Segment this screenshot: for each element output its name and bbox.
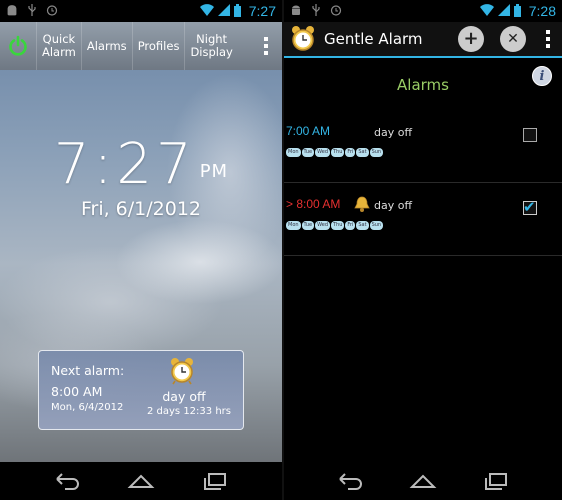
android-icon bbox=[6, 4, 18, 18]
alarm-clock-icon bbox=[330, 4, 342, 18]
navigation-bar bbox=[0, 462, 282, 500]
wifi-icon bbox=[479, 4, 494, 18]
alarm-days: Mon Tue Wed Thu Fri Sat Sun bbox=[286, 148, 384, 157]
next-alarm-time: 8:00 AM bbox=[51, 384, 103, 399]
navigation-bar bbox=[284, 462, 562, 500]
home-icon bbox=[409, 474, 437, 488]
alarms-section-title: Alarms bbox=[397, 76, 449, 94]
checkmark-icon: ✔ bbox=[523, 198, 536, 216]
next-alarm-card[interactable]: Next alarm: 8:00 AM Mon, 6/4/2012 day of… bbox=[38, 350, 244, 430]
day-chip: Sun bbox=[369, 221, 384, 230]
day-chip: Sat bbox=[356, 221, 369, 230]
alarm-enabled-checkbox[interactable]: ✔ bbox=[523, 198, 537, 216]
signal-icon bbox=[497, 4, 510, 18]
day-chip: Thu bbox=[331, 148, 345, 157]
back-arrow-icon bbox=[339, 473, 363, 490]
home-screen: 7:27 Quick Alarm Alarms Profiles Night Dis… bbox=[0, 0, 282, 500]
alarm-label: day off bbox=[374, 126, 413, 139]
home-button[interactable] bbox=[406, 469, 440, 493]
clock-time: 7:27 bbox=[53, 132, 196, 197]
overflow-menu-icon[interactable] bbox=[542, 30, 554, 48]
day-chip: Sat bbox=[356, 148, 369, 157]
home-icon bbox=[127, 474, 155, 488]
add-alarm-button[interactable]: + bbox=[458, 26, 484, 52]
alarms-button[interactable]: Alarms bbox=[80, 22, 132, 70]
recent-apps-button[interactable] bbox=[198, 469, 232, 493]
alarm-enabled-checkbox[interactable] bbox=[523, 128, 537, 142]
next-alarm-label: day off bbox=[162, 389, 206, 404]
next-alarm-title: Next alarm: bbox=[51, 363, 125, 378]
usb-icon bbox=[27, 4, 37, 18]
alarm-days: Mon Tue Wed Thu Fri Sat Sun bbox=[286, 221, 384, 230]
next-alarm-remaining: 2 days 12:33 hrs bbox=[147, 406, 231, 417]
alarm-clock-icon bbox=[46, 4, 58, 18]
recent-apps-button[interactable] bbox=[479, 469, 513, 493]
alarm-time: > 8:00 AM bbox=[286, 197, 341, 211]
clock-display: 7:27 PM bbox=[0, 132, 282, 197]
recent-apps-icon bbox=[484, 473, 507, 490]
bell-icon bbox=[354, 196, 370, 212]
wifi-icon bbox=[199, 4, 214, 18]
action-bar: Quick Alarm Alarms Profiles Night Display bbox=[0, 22, 282, 70]
status-bar: 7:27 bbox=[0, 0, 282, 22]
status-clock: 7:28 bbox=[528, 3, 556, 19]
day-chip: Thu bbox=[331, 221, 345, 230]
battery-icon bbox=[513, 3, 521, 19]
info-icon[interactable]: i bbox=[532, 66, 552, 86]
day-chip: Tue bbox=[301, 221, 315, 230]
home-button[interactable] bbox=[124, 469, 158, 493]
status-bar: 7:28 bbox=[284, 0, 562, 22]
status-clock: 7:27 bbox=[248, 3, 276, 19]
back-button[interactable] bbox=[50, 469, 84, 493]
app-title: Gentle Alarm bbox=[324, 30, 423, 48]
android-icon bbox=[290, 4, 302, 18]
power-toggle-button[interactable] bbox=[0, 22, 36, 70]
battery-icon bbox=[233, 3, 241, 19]
alarm-row[interactable]: > 8:00 AM day off Mon Tue Wed Thu Fri Sat Sun ✔ bbox=[284, 183, 562, 256]
alarms-screen: 7:28 Gentle Alarm + ✕ Alarms i 7:00 AM da… bbox=[284, 0, 562, 500]
night-display-button[interactable]: Night Display bbox=[184, 22, 237, 70]
clock-ampm: PM bbox=[199, 161, 229, 182]
alarm-row[interactable]: 7:00 AM day off Mon Tue Wed Thu Fri Sat Sun bbox=[284, 110, 562, 183]
usb-icon bbox=[311, 4, 321, 18]
next-alarm-date: Mon, 6/4/2012 bbox=[51, 402, 124, 413]
day-chip: Mon bbox=[286, 148, 301, 157]
gentle-alarm-app-icon bbox=[292, 26, 314, 51]
signal-icon bbox=[217, 4, 230, 18]
close-icon: ✕ bbox=[507, 31, 519, 47]
day-chip: Mon bbox=[286, 221, 301, 230]
recent-apps-icon bbox=[204, 473, 226, 490]
day-chip: Sun bbox=[369, 148, 384, 157]
day-chip: Wed bbox=[315, 221, 330, 230]
alarm-label: day off bbox=[374, 199, 413, 212]
day-chip: Wed bbox=[315, 148, 330, 157]
day-chip: Fri bbox=[345, 148, 356, 157]
day-chip: Tue bbox=[301, 148, 315, 157]
day-chip: Fri bbox=[345, 221, 356, 230]
clock-date: Fri, 6/1/2012 bbox=[80, 198, 202, 220]
plus-icon: + bbox=[463, 28, 479, 49]
alarm-time: 7:00 AM bbox=[286, 124, 331, 138]
action-bar: Gentle Alarm + ✕ bbox=[284, 22, 562, 58]
power-icon bbox=[9, 35, 27, 56]
back-arrow-icon bbox=[56, 473, 79, 490]
delete-alarm-button[interactable]: ✕ bbox=[500, 26, 526, 52]
overflow-menu-icon[interactable] bbox=[256, 37, 276, 55]
quick-alarm-button[interactable]: Quick Alarm bbox=[36, 22, 81, 70]
back-button[interactable] bbox=[333, 469, 367, 493]
profiles-button[interactable]: Profiles bbox=[131, 22, 185, 70]
alarm-clock-icon bbox=[171, 358, 193, 385]
